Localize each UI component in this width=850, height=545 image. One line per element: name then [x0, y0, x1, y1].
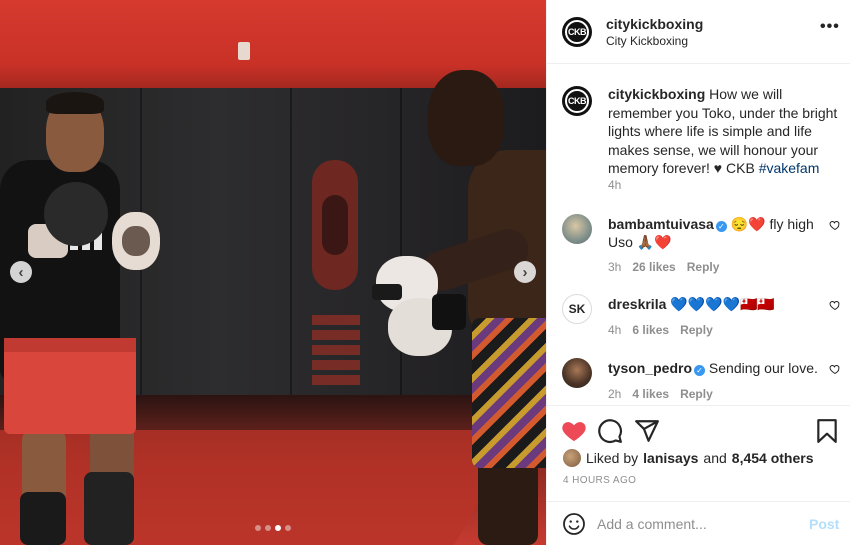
carousel-dot	[255, 525, 261, 531]
caption-username[interactable]: citykickboxing	[608, 86, 705, 102]
photo-shin-guard	[20, 492, 66, 545]
avatar-ring: CKB	[565, 20, 589, 44]
comment-likes[interactable]: 26 likes	[632, 260, 675, 274]
photo-wall-logo-inner	[322, 195, 348, 255]
post-location[interactable]: City Kickboxing	[606, 34, 688, 48]
caption-avatar[interactable]: CKB	[562, 86, 592, 116]
comment-time: 3h	[608, 260, 622, 274]
comment-meta: 3h 26 likes Reply	[608, 260, 719, 274]
post-header: CKB citykickboxing City Kickboxing •••	[547, 0, 850, 64]
comment-username[interactable]: tyson_pedro	[608, 360, 692, 376]
carousel-dot	[265, 525, 271, 531]
next-slide-button[interactable]: ›	[514, 261, 536, 283]
comment-time: 4h	[608, 323, 622, 337]
verified-badge-icon: ✓	[715, 221, 727, 232]
avatar-ring: CKB	[565, 89, 589, 113]
photo-shin-guard	[84, 472, 134, 545]
post-date[interactable]: 4 HOURS AGO	[563, 475, 636, 486]
photo-glove-band	[372, 284, 402, 300]
add-comment-bar: Post	[547, 501, 850, 545]
carousel-dot-active	[275, 525, 281, 531]
comment-like-heart-icon[interactable]	[829, 219, 841, 231]
emoji-icon[interactable]	[562, 512, 586, 536]
bookmark-icon[interactable]	[814, 418, 840, 444]
comment-text: dreskrila 💙💙💙💙🇹🇴🇹🇴	[608, 295, 818, 313]
liked-by-others[interactable]: 8,454 others	[732, 450, 814, 466]
post-media[interactable]: ‹ ›	[0, 0, 546, 545]
avatar[interactable]: SK	[562, 294, 592, 324]
add-comment-input[interactable]	[597, 510, 797, 538]
comment-body: Sending our love.	[708, 360, 818, 376]
post-actions: Liked by lanisays and 8,454 others 4 HOU…	[547, 405, 850, 545]
photo-fighter-right-head	[428, 70, 504, 166]
liked-by-avatar[interactable]	[563, 449, 581, 467]
caption-hashtag[interactable]: #vakefam	[759, 160, 820, 176]
comment-username[interactable]: dreskrila	[608, 296, 666, 312]
reply-button[interactable]: Reply	[680, 323, 713, 337]
reply-button[interactable]: Reply	[680, 387, 713, 401]
previous-slide-button[interactable]: ‹	[10, 261, 32, 283]
photo-panel-seam	[400, 88, 402, 418]
liked-by-and: and	[703, 450, 727, 466]
comment-meta: 2h 4 likes Reply	[608, 387, 713, 401]
caption-time: 4h	[608, 178, 622, 192]
comment-like-heart-icon[interactable]	[829, 363, 841, 375]
post-username[interactable]: citykickboxing	[606, 16, 703, 32]
avatar-text: CKB	[568, 96, 587, 106]
avatar-text: CKB	[568, 27, 587, 37]
share-icon[interactable]	[634, 418, 660, 444]
carousel-indicator	[255, 525, 291, 531]
photo-wall-fixture	[238, 42, 250, 60]
photo-fighter-right-shorts	[472, 318, 546, 468]
more-options-icon[interactable]: •••	[820, 18, 840, 36]
carousel-dot	[285, 525, 291, 531]
comment-icon[interactable]	[597, 418, 623, 444]
post-side-panel: CKB citykickboxing City Kickboxing ••• C…	[546, 0, 850, 545]
photo-shorts-band	[4, 338, 136, 352]
avatar[interactable]	[562, 358, 592, 388]
reply-button[interactable]: Reply	[687, 260, 720, 274]
photo-glove	[44, 182, 108, 246]
comment-text: bambamtuivasa ✓ 😔❤️ fly high Uso 🙏🏾❤️	[608, 215, 818, 251]
avatar[interactable]	[562, 214, 592, 244]
comment-time: 2h	[608, 387, 622, 401]
liked-by: Liked by lanisays and 8,454 others	[563, 449, 814, 467]
photo-glove-cuff	[432, 294, 466, 330]
photo-panel-seam	[290, 88, 292, 418]
post-comment-button[interactable]: Post	[809, 516, 839, 532]
comment-likes[interactable]: 4 likes	[632, 387, 669, 401]
like-heart-icon[interactable]	[561, 418, 587, 444]
comment-like-heart-icon[interactable]	[829, 299, 841, 311]
comment-username[interactable]: bambamtuivasa	[608, 216, 714, 232]
photo-fighter-right-leg	[478, 455, 538, 545]
liked-by-user[interactable]: lanisays	[643, 450, 698, 466]
verified-badge-icon: ✓	[694, 365, 706, 376]
comment-meta: 4h 6 likes Reply	[608, 323, 713, 337]
comment-text: tyson_pedro ✓ Sending our love.	[608, 359, 818, 377]
liked-by-prefix: Liked by	[586, 450, 639, 466]
photo-wall-lettering	[312, 315, 360, 385]
photo-fighter-left-hair	[46, 92, 104, 114]
photo-fighter-left-shorts	[4, 338, 136, 434]
avatar[interactable]: CKB	[562, 17, 592, 47]
comment-body: 💙💙💙💙🇹🇴🇹🇴	[670, 296, 775, 312]
caption-text: citykickboxing How we will remember you …	[608, 85, 840, 178]
comment-likes[interactable]: 6 likes	[632, 323, 669, 337]
photo-glove-patch	[122, 226, 150, 256]
